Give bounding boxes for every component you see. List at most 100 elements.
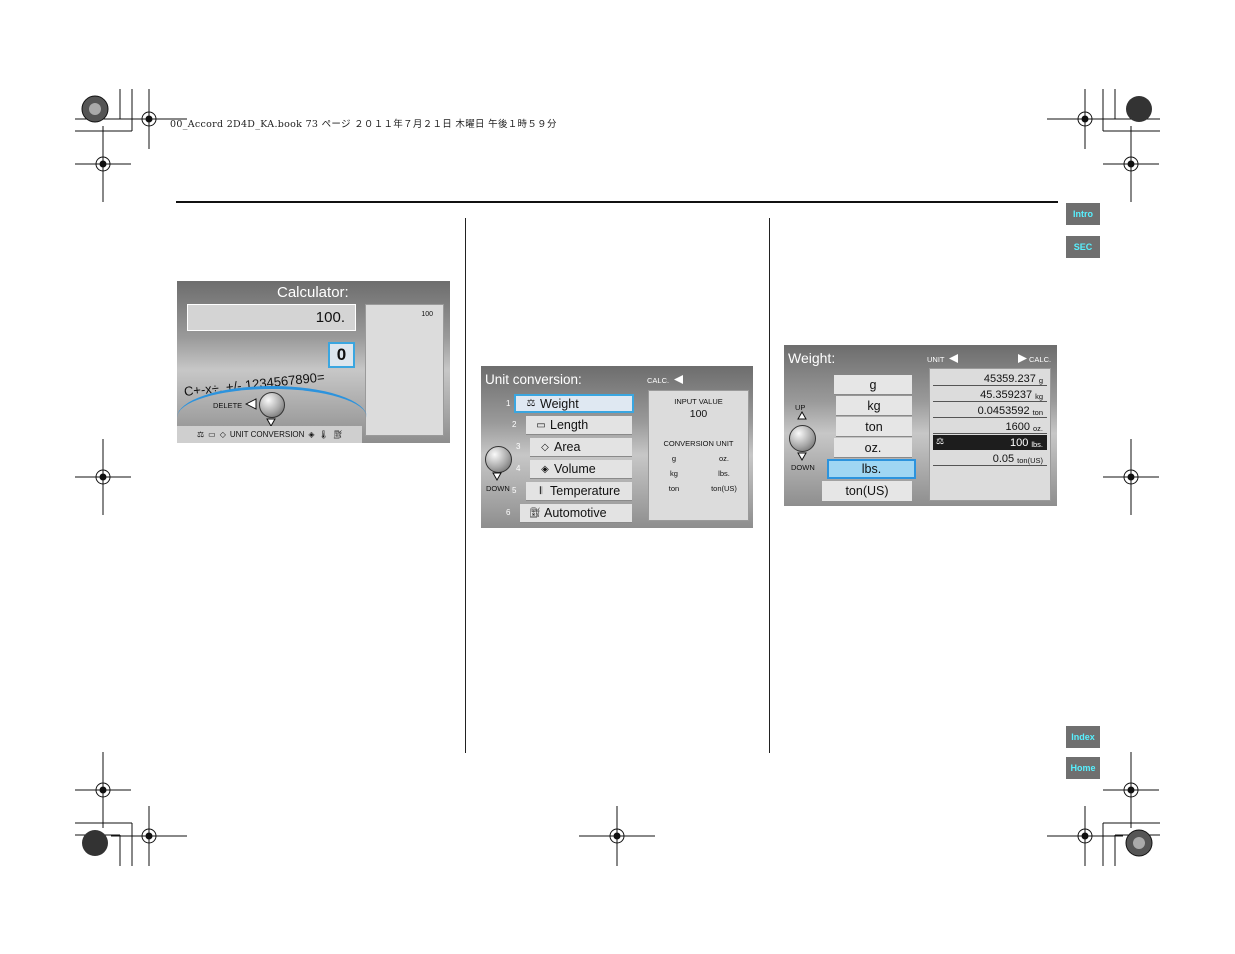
area-icon: ◇ (541, 441, 549, 453)
result-unit: g (1038, 376, 1043, 385)
result-unit: lbs. (1031, 440, 1043, 449)
result-row: 45359.237 g (933, 371, 1047, 386)
menu-number: 2 (512, 420, 517, 429)
menu-item-length[interactable]: ▭ Length (526, 416, 632, 435)
conversion-unit-label: CONVERSION UNIT (663, 439, 734, 448)
menu-item-volume[interactable]: ◈ Volume (530, 460, 632, 479)
calculator-title: Calculator: (277, 284, 349, 301)
unit-option-g[interactable]: g (834, 375, 912, 395)
weight-icon: ⚖ (936, 436, 945, 446)
unit-conversion-title: Unit conversion: (485, 372, 582, 387)
menu-item-area[interactable]: ◇ Area (530, 438, 632, 457)
down-arrow-icon (797, 452, 807, 461)
home-tab[interactable]: Home (1066, 757, 1100, 779)
result-value: 0.05 (992, 453, 1015, 465)
unit-option: ton (668, 484, 680, 493)
up-arrow-icon (797, 411, 807, 420)
result-row: 0.0453592 ton (933, 403, 1047, 418)
column-divider-1 (465, 218, 466, 753)
menu-item-label: Weight (540, 396, 579, 411)
menu-number: 3 (516, 442, 521, 451)
result-value: 1600 (1005, 421, 1030, 433)
weight-screen: Weight: UNIT CALC. UP DOWN g kg ton oz. … (784, 345, 1057, 506)
menu-item-label: Area (554, 440, 581, 454)
result-row: 0.05 ton(US) (933, 451, 1047, 466)
history-value: 100 (421, 311, 433, 318)
unit-option-kg[interactable]: kg (836, 396, 912, 416)
conversion-info-panel: INPUT VALUE 100 CONVERSION UNIT g oz. kg… (648, 390, 749, 521)
unit-option: oz. (718, 454, 729, 463)
fuel-icon: ⛽︎ (332, 430, 343, 439)
menu-item-temperature[interactable]: 𝄃 Temperature (526, 482, 632, 501)
fuel-icon: ⛽︎ (528, 507, 542, 519)
down-label: DOWN (791, 463, 815, 472)
unit-arrow-icon[interactable] (948, 353, 959, 364)
menu-item-label: Length (550, 418, 589, 432)
area-icon: ◇ (219, 430, 226, 439)
ruler-icon: ▭ (208, 430, 216, 439)
menu-number: 5 (512, 486, 517, 495)
result-value: 45359.237 (983, 373, 1036, 385)
calculator-screen: Calculator: 100. 100 0 C+-x÷. +/- 123456… (177, 281, 450, 443)
result-unit: kg (1035, 392, 1043, 401)
calculator-history-panel: 100 (365, 304, 444, 436)
input-value: 100 (689, 408, 708, 420)
menu-number: 4 (516, 464, 521, 473)
book-info: 00_Accord 2D4D_KA.book 73 ページ ２０１１年７月２１日… (170, 119, 557, 130)
intro-tab[interactable]: Intro (1066, 203, 1100, 225)
unit-option: g (671, 454, 677, 463)
calc-arrow-icon[interactable] (673, 374, 684, 385)
down-arrow-icon (492, 472, 502, 481)
calculator-bottom-bar: ⚖ ▭ ◇ UNIT CONVERSION ◈ 🌡︎ ⛽︎ (177, 426, 362, 443)
calc-label[interactable]: CALC. (1029, 355, 1051, 364)
weight-icon: ⚖ (197, 430, 205, 439)
unit-conversion-screen: Unit conversion: CALC. DOWN 1 2 3 4 5 6 … (481, 366, 753, 528)
sec-tab[interactable]: SEC (1066, 236, 1100, 258)
volume-icon: ◈ (308, 430, 315, 439)
unit-option-ton[interactable]: ton (836, 417, 912, 437)
menu-item-weight[interactable]: ⚖ Weight (514, 394, 634, 413)
weight-results-panel: 45359.237 g 45.359237 kg 0.0453592 ton 1600… (929, 368, 1051, 501)
result-value: 100 (1009, 437, 1029, 449)
unit-menu: 1 2 3 4 5 6 ⚖ Weight ▭ Length ◇ Area ◈ Volum… (506, 394, 658, 528)
result-row-selected: ⚖ 100 lbs. (933, 435, 1047, 450)
selected-key-popup: 0 (328, 342, 355, 368)
column-divider-2 (769, 218, 770, 753)
calc-label[interactable]: CALC. (647, 376, 669, 385)
calc-arrow-icon[interactable] (1017, 353, 1028, 364)
joystick-knob[interactable] (789, 425, 816, 452)
header-rule (176, 201, 1058, 203)
volume-icon: ◈ (541, 463, 549, 475)
unit-label[interactable]: UNIT (927, 355, 945, 364)
thermometer-icon: 🌡︎ (318, 430, 329, 439)
unit-option: kg (670, 469, 678, 478)
unit-option: ton(US) (711, 484, 737, 493)
menu-number: 1 (506, 399, 511, 408)
menu-item-automotive[interactable]: ⛽︎ Automotive (520, 504, 632, 523)
unit-option-lbs[interactable]: lbs. (827, 459, 916, 479)
unit-conversion-label[interactable]: UNIT CONVERSION (230, 430, 305, 439)
menu-item-label: Automotive (544, 506, 607, 520)
joystick-knob[interactable] (259, 392, 285, 418)
result-unit: ton (1032, 408, 1043, 417)
unit-option-ton-us[interactable]: ton(US) (822, 481, 912, 501)
unit-option-oz[interactable]: oz. (834, 438, 912, 458)
unit-option: lbs. (718, 469, 730, 478)
menu-item-label: Temperature (550, 484, 621, 498)
delete-arrow-icon[interactable] (245, 398, 257, 410)
weight-icon: ⚖ (526, 398, 536, 409)
menu-number: 6 (506, 508, 511, 517)
index-tab[interactable]: Index (1066, 726, 1100, 748)
result-unit: ton(US) (1017, 456, 1043, 465)
menu-item-label: Volume (554, 462, 596, 476)
weight-title: Weight: (788, 350, 836, 366)
delete-label: DELETE (213, 401, 243, 410)
result-value: 0.0453592 (977, 405, 1030, 417)
input-value-label: INPUT VALUE (674, 397, 723, 406)
result-row: 45.359237 kg (933, 387, 1047, 402)
result-value: 45.359237 (980, 389, 1033, 401)
result-row: 1600 oz. (933, 419, 1047, 434)
ruler-icon: ▭ (536, 419, 546, 431)
thermometer-icon: 𝄃 (539, 485, 543, 497)
calculator-display: 100. (187, 304, 356, 331)
